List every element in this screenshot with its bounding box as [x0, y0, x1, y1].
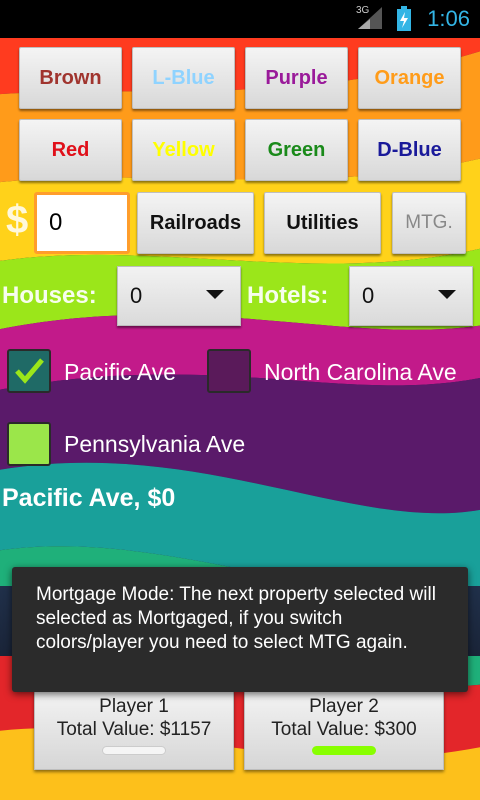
- toast-message: Mortgage Mode: The next property selecte…: [36, 584, 436, 653]
- mortgage-button-label: MTG.: [405, 212, 453, 233]
- hotels-spinner-value: 0: [362, 283, 375, 308]
- property-label-pennsylvania-ave: Pennsylvania Ave: [64, 431, 246, 457]
- railroads-button-label: Railroads: [149, 211, 242, 234]
- property-label-pacific-ave: Pacific Ave: [64, 359, 177, 385]
- player-name: Player 2: [309, 696, 379, 717]
- property-checkbox-pacific-ave[interactable]: [7, 349, 51, 393]
- checkmark-icon: [15, 358, 44, 384]
- player-total-value: Total Value: $1157: [56, 719, 212, 740]
- clock: 1:06: [427, 6, 470, 31]
- color-button-light-blue[interactable]: L-Blue: [132, 47, 235, 109]
- utilities-button[interactable]: Utilities: [264, 192, 381, 254]
- color-button-label: Orange: [374, 66, 445, 89]
- houses-spinner[interactable]: 0: [117, 266, 241, 326]
- color-button-orange[interactable]: Orange: [358, 47, 461, 109]
- color-button-label: L-Blue: [152, 66, 215, 89]
- player-2-card[interactable]: Player 2 Total Value: $300: [244, 690, 444, 770]
- property-label-north-carolina-ave: North Carolina Ave: [264, 359, 457, 385]
- houses-label: Houses:: [2, 282, 97, 309]
- utilities-button-label: Utilities: [286, 211, 359, 234]
- color-button-green[interactable]: Green: [245, 119, 348, 181]
- color-button-label: Green: [267, 138, 326, 161]
- color-button-label: Brown: [39, 66, 102, 89]
- color-button-yellow[interactable]: Yellow: [132, 119, 235, 181]
- player-total-value: Total Value: $300: [271, 719, 417, 740]
- status-bar: 3G 1:06: [0, 0, 480, 38]
- player-1-indicator: [102, 746, 166, 755]
- color-button-label: Red: [51, 138, 90, 161]
- houses-spinner-value: 0: [130, 283, 143, 308]
- money-input-value: 0: [49, 209, 63, 236]
- railroads-button[interactable]: Railroads: [137, 192, 254, 254]
- color-button-label: Yellow: [152, 138, 215, 161]
- player-2-indicator: [312, 746, 376, 755]
- hotels-label: Hotels:: [247, 282, 329, 309]
- battery-charging-icon: [397, 6, 411, 31]
- currency-symbol: $: [6, 198, 29, 242]
- mortgage-mode-toast: Mortgage Mode: The next property selecte…: [12, 567, 468, 692]
- chevron-down-icon: [206, 290, 224, 299]
- player-1-card[interactable]: Player 1 Total Value: $1157: [34, 690, 234, 770]
- property-checkbox-north-carolina-ave[interactable]: [207, 349, 251, 393]
- color-button-label: D-Blue: [377, 138, 442, 161]
- color-button-label: Purple: [265, 66, 328, 89]
- signal-icon: [358, 7, 382, 29]
- color-button-red[interactable]: Red: [19, 119, 122, 181]
- money-input[interactable]: 0: [34, 192, 130, 254]
- color-button-brown[interactable]: Brown: [19, 47, 122, 109]
- color-button-dark-blue[interactable]: D-Blue: [358, 119, 461, 181]
- hotels-spinner[interactable]: 0: [349, 266, 473, 326]
- selection-summary: Pacific Ave, $0: [2, 484, 176, 512]
- property-checkbox-pennsylvania-ave[interactable]: [7, 422, 51, 466]
- color-button-purple[interactable]: Purple: [245, 47, 348, 109]
- chevron-down-icon: [438, 290, 456, 299]
- mortgage-button[interactable]: MTG.: [392, 192, 466, 254]
- player-name: Player 1: [99, 696, 169, 717]
